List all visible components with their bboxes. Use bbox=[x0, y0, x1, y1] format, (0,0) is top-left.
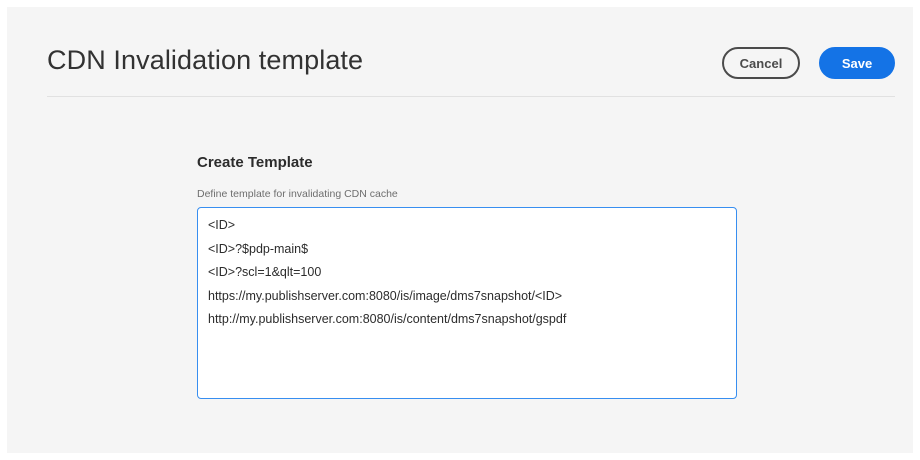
cancel-button[interactable]: Cancel bbox=[722, 47, 800, 79]
save-button[interactable]: Save bbox=[819, 47, 895, 79]
template-field-label: Define template for invalidating CDN cac… bbox=[197, 188, 398, 200]
template-textarea[interactable] bbox=[197, 207, 737, 399]
page-header: CDN Invalidation template Cancel Save bbox=[47, 7, 895, 97]
page-title: CDN Invalidation template bbox=[47, 45, 364, 75]
app-frame: CDN Invalidation template Cancel Save Cr… bbox=[7, 7, 913, 453]
section-title: Create Template bbox=[197, 154, 313, 171]
